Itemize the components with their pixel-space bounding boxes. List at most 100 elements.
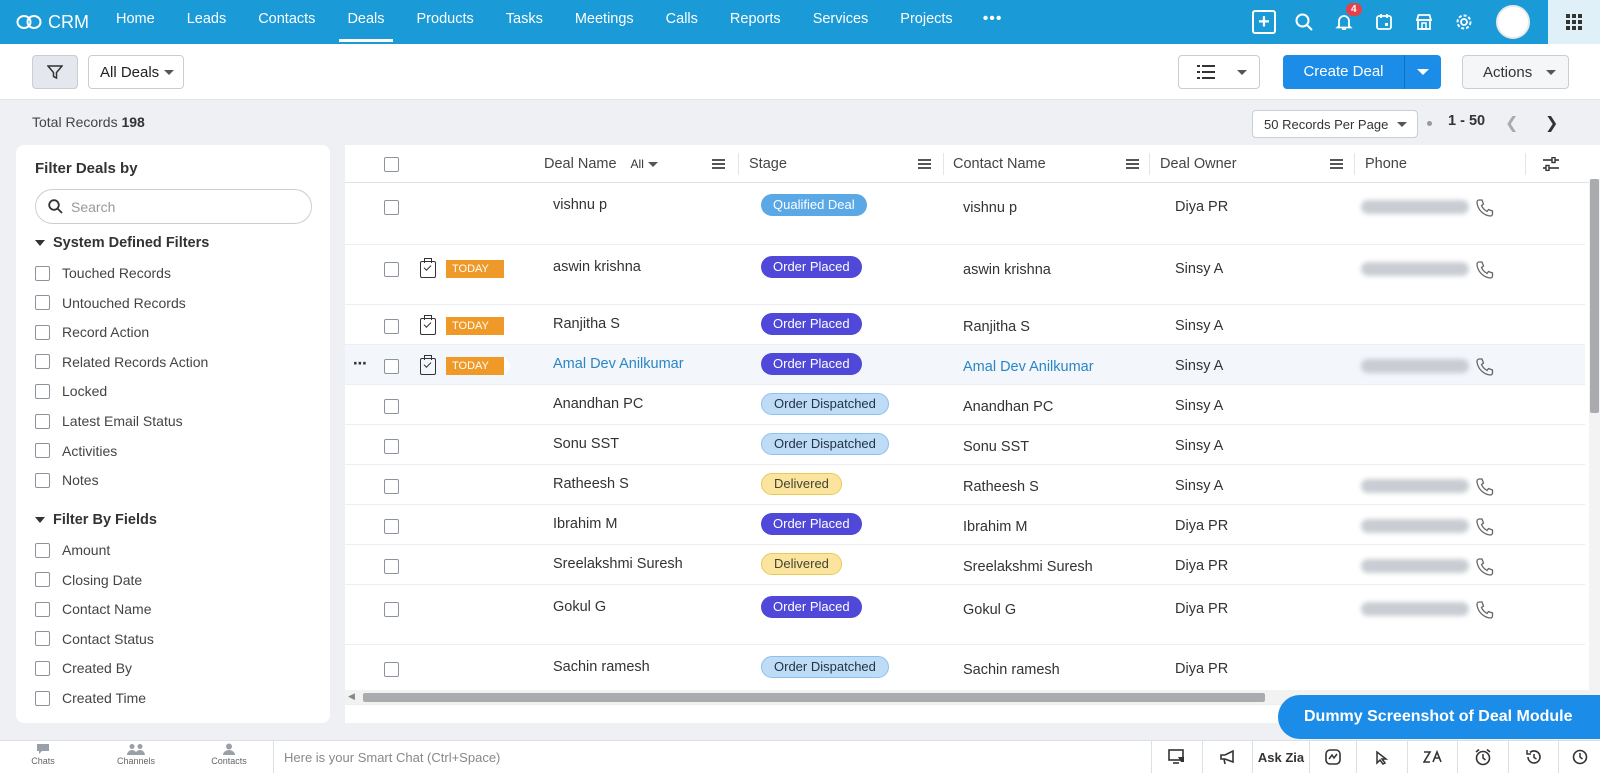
table-row[interactable]: Ratheesh S Delivered Ratheesh S Sinsy A (345, 465, 1585, 505)
scrollbar-thumb[interactable] (363, 693, 1265, 702)
row-checkbox[interactable] (384, 519, 399, 534)
view-switcher-button[interactable] (1178, 55, 1260, 89)
phone-call-icon[interactable] (1475, 260, 1495, 280)
create-deal-button[interactable]: Create Deal (1283, 55, 1405, 89)
search-button[interactable] (1284, 0, 1324, 44)
task-clipboard-icon[interactable] (420, 355, 436, 375)
nav-tab-home[interactable]: Home (100, 0, 171, 44)
system-filters-section-toggle[interactable]: System Defined Filters (35, 235, 209, 251)
deal-name-cell[interactable]: Ibrahim M (553, 516, 617, 532)
column-header-deal-name[interactable]: Deal Name All (544, 145, 658, 183)
row-checkbox[interactable] (384, 559, 399, 574)
row-checkbox[interactable] (384, 479, 399, 494)
zia-signals-button[interactable] (1407, 741, 1457, 773)
ask-zia-button[interactable]: Ask Zia (1252, 741, 1309, 773)
notifications-button[interactable]: 4 (1324, 0, 1364, 44)
filter-checkbox[interactable] (35, 690, 50, 706)
deal-name-cell[interactable]: vishnu p (553, 197, 607, 213)
filter-checkbox[interactable] (35, 265, 50, 281)
row-checkbox[interactable] (384, 359, 399, 374)
deal-name-cell[interactable]: Ratheesh S (553, 476, 629, 492)
deal-name-cell[interactable]: Sonu SST (553, 436, 619, 452)
field-filter-item[interactable]: Created Time (35, 690, 146, 706)
apps-launcher-button[interactable] (1548, 0, 1600, 44)
custom-view-select[interactable]: All Deals (88, 55, 184, 89)
previous-page-button[interactable]: ❮ (1505, 113, 1518, 133)
select-all-checkbox[interactable] (384, 145, 399, 183)
filter-checkbox[interactable] (35, 413, 50, 429)
channels-button[interactable]: Channels (106, 743, 166, 766)
filter-search-input[interactable] (71, 198, 291, 215)
filter-toggle-button[interactable] (32, 55, 78, 89)
table-row[interactable]: Ibrahim M Order Placed Ibrahim M Diya PR (345, 505, 1585, 545)
recent-items-button[interactable] (1356, 741, 1407, 773)
table-row[interactable]: vishnu p Qualified Deal vishnu p Diya PR (345, 183, 1585, 245)
phone-call-icon[interactable] (1475, 600, 1495, 620)
system-filter-item[interactable]: Related Records Action (35, 354, 208, 370)
column-header-deal-owner[interactable]: Deal Owner (1160, 145, 1237, 183)
field-filters-section-toggle[interactable]: Filter By Fields (35, 512, 157, 528)
filter-checkbox[interactable] (35, 660, 50, 676)
alarm-button[interactable] (1558, 741, 1600, 773)
column-header-contact-name[interactable]: Contact Name (953, 145, 1046, 183)
chats-button[interactable]: Chats (13, 743, 73, 766)
nav-tab-deals[interactable]: Deals (331, 0, 400, 44)
phone-call-icon[interactable] (1475, 198, 1495, 218)
contact-name-cell[interactable]: aswin krishna (963, 262, 1051, 278)
nav-tab-reports[interactable]: Reports (714, 0, 797, 44)
contact-name-cell[interactable]: Sachin ramesh (963, 662, 1060, 678)
filter-checkbox[interactable] (35, 354, 50, 370)
task-clipboard-icon[interactable] (420, 315, 436, 335)
system-filter-item[interactable]: Untouched Records (35, 295, 186, 311)
field-filter-item[interactable]: Contact Status (35, 631, 154, 647)
announcements-button[interactable] (1202, 741, 1252, 773)
phone-call-icon[interactable] (1475, 357, 1495, 377)
filter-checkbox[interactable] (35, 631, 50, 647)
screen-share-button[interactable] (1151, 741, 1202, 773)
phone-call-icon[interactable] (1475, 477, 1495, 497)
contact-name-cell[interactable]: Ratheesh S (963, 479, 1039, 495)
scroll-left-arrow-icon[interactable]: ◀ (348, 691, 355, 702)
deal-owner-column-menu[interactable] (1330, 145, 1343, 183)
table-row[interactable]: TODAY Ranjitha S Order Placed Ranjitha S Sin… (345, 305, 1585, 345)
contact-name-cell[interactable]: vishnu p (963, 200, 1017, 216)
filter-checkbox[interactable] (35, 542, 50, 558)
deal-name-cell[interactable]: Amal Dev Anilkumar (553, 356, 684, 372)
activity-button[interactable] (1309, 741, 1356, 773)
more-modules-button[interactable]: ••• (969, 0, 1017, 44)
user-avatar[interactable] (1496, 5, 1530, 39)
deal-name-cell[interactable]: Sachin ramesh (553, 659, 650, 675)
system-filter-item[interactable]: Touched Records (35, 265, 171, 281)
table-row[interactable]: Anandhan PC Order Dispatched Anandhan PC Si… (345, 385, 1585, 425)
system-filter-item[interactable]: Activities (35, 443, 117, 459)
reminders-button[interactable] (1457, 741, 1508, 773)
deal-name-column-menu[interactable] (712, 145, 725, 183)
system-filter-item[interactable]: Notes (35, 472, 99, 488)
vertical-scrollbar[interactable] (1589, 179, 1600, 723)
column-header-stage[interactable]: Stage (749, 145, 787, 183)
task-clipboard-icon[interactable] (420, 258, 436, 278)
nav-tab-calls[interactable]: Calls (650, 0, 714, 44)
column-settings-button[interactable] (1543, 145, 1559, 183)
row-checkbox[interactable] (384, 399, 399, 414)
scrollbar-thumb[interactable] (1590, 179, 1599, 413)
contact-name-cell[interactable]: Ranjitha S (963, 319, 1030, 335)
filter-checkbox[interactable] (35, 295, 50, 311)
filter-checkbox[interactable] (35, 572, 50, 588)
create-deal-dropdown[interactable] (1405, 55, 1441, 89)
stage-column-menu[interactable] (918, 145, 931, 183)
deal-name-cell[interactable]: Anandhan PC (553, 396, 643, 412)
nav-tab-contacts[interactable]: Contacts (242, 0, 331, 44)
row-checkbox[interactable] (384, 439, 399, 454)
deal-name-cell[interactable]: Gokul G (553, 599, 606, 615)
quick-create-button[interactable]: + (1244, 0, 1284, 44)
nav-tab-tasks[interactable]: Tasks (490, 0, 559, 44)
contact-name-cell[interactable]: Anandhan PC (963, 399, 1053, 415)
crm-logo[interactable]: CRM (0, 12, 100, 33)
filter-search-box[interactable] (35, 189, 312, 224)
row-checkbox[interactable] (384, 262, 399, 277)
row-checkbox[interactable] (384, 602, 399, 617)
smart-chat-input[interactable]: Here is your Smart Chat (Ctrl+Space) (273, 741, 1151, 773)
deal-name-all-filter[interactable]: All (631, 157, 658, 171)
field-filter-item[interactable]: Created By (35, 660, 132, 676)
